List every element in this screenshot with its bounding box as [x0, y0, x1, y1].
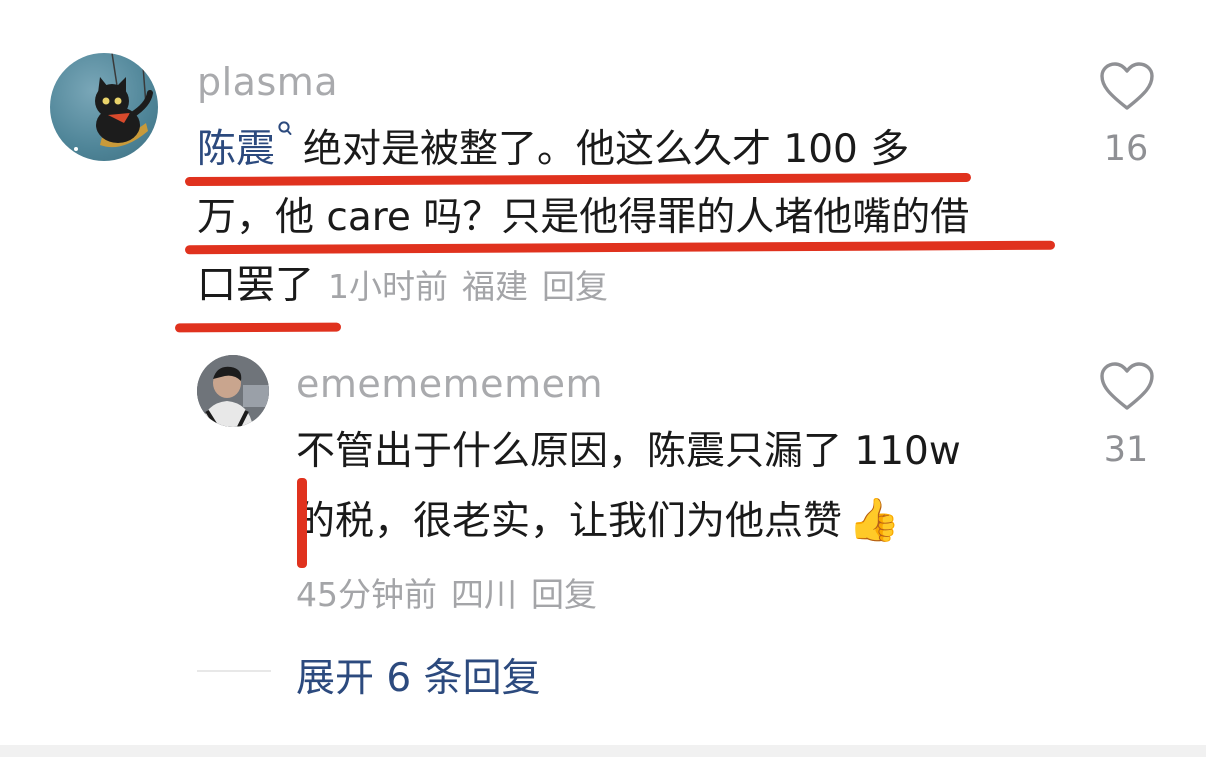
thumbs-up-emoji: 👍: [848, 495, 901, 544]
like-button[interactable]: [1099, 62, 1155, 116]
comment-location: 福建: [462, 267, 529, 306]
reply-time: 45分钟前: [296, 575, 437, 614]
like-count: 16: [1103, 129, 1149, 169]
reply-button[interactable]: 回复: [542, 267, 608, 306]
annotation-mark: [297, 478, 307, 568]
comment-line-3: 口罢了 1小时前 福建 回复: [197, 252, 969, 321]
mention-link[interactable]: 陈震: [197, 127, 275, 172]
reply-meta: 45分钟前 四川 回复: [296, 568, 611, 616]
like-count: 31: [1103, 430, 1149, 470]
comment-text-line: 绝对是被整了。他这么久才 100 多: [303, 127, 910, 172]
reply-text-line: 不管出于什么原因，陈震只漏了 110w: [296, 429, 961, 474]
reply-line-1: 不管出于什么原因，陈震只漏了 110w: [296, 418, 961, 486]
reply-text-line: 的税，很老实，让我们为他点赞: [296, 499, 843, 544]
heart-outline-icon: [1100, 362, 1154, 410]
divider: [197, 670, 271, 672]
comment-text-line: 万，他 care 吗？只是他得罪的人堵他嘴的借: [197, 195, 970, 240]
avatar[interactable]: [197, 355, 269, 427]
reply-button[interactable]: 回复: [531, 575, 597, 614]
comment-text-line: 口罢了: [197, 263, 315, 308]
reply-username[interactable]: ememememem: [296, 362, 603, 406]
person-photo-icon: [197, 355, 269, 427]
reply-body: 不管出于什么原因，陈震只漏了 110w 的税，很老实，让我们为他点赞 👍: [296, 418, 961, 556]
bottom-divider: [0, 745, 1206, 757]
like-button[interactable]: [1099, 362, 1155, 416]
avatar[interactable]: [50, 53, 158, 161]
comment-meta: 1小时前 福建 回复: [328, 267, 622, 306]
annotation-underline: [174, 322, 342, 333]
black-cat-icon: [74, 53, 153, 151]
heart-outline-icon: [1100, 62, 1154, 110]
comment-username[interactable]: plasma: [197, 60, 338, 104]
comment-body: 陈震 绝对是被整了。他这么久才 100 多 万，他 care 吗？只是他得罪的人堵…: [197, 116, 969, 321]
comment-time: 1小时前: [328, 267, 449, 306]
reply-location: 四川: [451, 575, 517, 614]
expand-replies-button[interactable]: 展开 6 条回复: [296, 647, 541, 703]
reply-line-2: 的税，很老实，让我们为他点赞 👍: [296, 486, 961, 556]
search-icon: [278, 121, 292, 135]
